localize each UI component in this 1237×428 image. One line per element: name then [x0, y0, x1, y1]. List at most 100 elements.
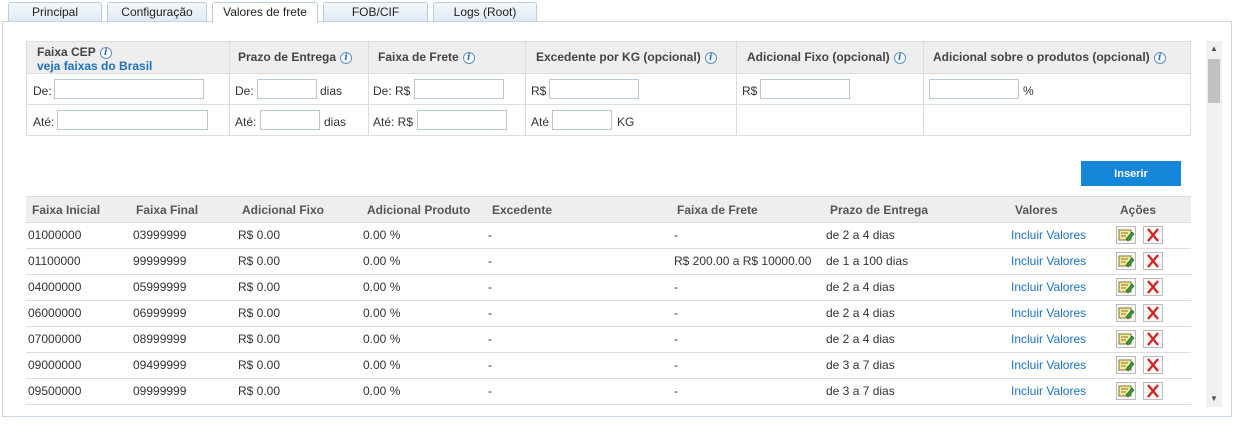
- th-adicional-produto: Adicional Produto: [367, 203, 471, 217]
- prazo-to-input[interactable]: [260, 110, 320, 130]
- info-icon[interactable]: i: [704, 52, 717, 64]
- frete-form: Faixa CEP i veja faixas do Brasil De: Até…: [26, 41, 1191, 136]
- th-faixa-inicial: Faixa Inicial: [32, 203, 101, 217]
- incluir-valores-link[interactable]: Incluir Valores: [1011, 379, 1086, 404]
- cell-fixo: R$ 0.00: [238, 228, 281, 242]
- table-row: 04000000 05999999 R$ 0.00 0.00 % - - de 2 a 4 …: [26, 275, 1191, 301]
- tab-principal[interactable]: Principal: [8, 2, 102, 22]
- table-row: 09500000 09999999 R$ 0.00 0.00 % - - de 3 a 7 …: [26, 379, 1191, 405]
- adicional-fixo-input[interactable]: [760, 79, 850, 99]
- cell-excedente: -: [488, 358, 492, 372]
- cell-frete: -: [674, 280, 678, 294]
- cell-fixo: R$ 0.00: [238, 254, 281, 268]
- delete-icon[interactable]: [1143, 304, 1163, 322]
- excedente-to-input[interactable]: [552, 110, 612, 130]
- scroll-up-arrow-icon[interactable]: ▲: [1206, 41, 1222, 57]
- cell-final: 03999999: [133, 228, 187, 242]
- table-header: Faixa Inicial Faixa Final Adicional Fixo…: [26, 196, 1191, 223]
- table-body: 01000000 03999999 R$ 0.00 0.00 % - - de 2 a 4 …: [26, 223, 1191, 405]
- excedente-to-label: Até: [531, 115, 550, 129]
- table-row: 06000000 06999999 R$ 0.00 0.00 % - - de 2 a 4 …: [26, 301, 1191, 327]
- th-adicional-fixo: Adicional Fixo: [242, 203, 325, 217]
- th-faixa-de-frete: Faixa de Frete: [677, 203, 758, 217]
- veja-faixas-link[interactable]: veja faixas do Brasil: [37, 59, 152, 73]
- edit-icon[interactable]: [1116, 356, 1136, 374]
- frete-table: Faixa Inicial Faixa Final Adicional Fixo…: [26, 196, 1191, 405]
- incluir-valores-link[interactable]: Incluir Valores: [1011, 275, 1086, 300]
- cell-prazo: de 2 a 4 dias: [826, 332, 895, 346]
- frete-from-label: De: R$: [373, 84, 411, 98]
- prazo-to-unit: dias: [324, 115, 347, 129]
- edit-icon[interactable]: [1116, 330, 1136, 348]
- cell-fixo: R$ 0.00: [238, 280, 281, 294]
- cell-excedente: -: [488, 332, 492, 346]
- table-row: 01000000 03999999 R$ 0.00 0.00 % - - de 2 a 4 …: [26, 223, 1191, 249]
- delete-icon[interactable]: [1143, 330, 1163, 348]
- cell-final: 08999999: [133, 332, 187, 346]
- cell-frete: -: [674, 306, 678, 320]
- delete-icon[interactable]: [1143, 382, 1163, 400]
- info-icon[interactable]: i: [462, 52, 475, 64]
- th-excedente: Excedente: [492, 203, 553, 217]
- insert-button[interactable]: Inserir: [1081, 161, 1181, 186]
- info-icon[interactable]: i: [893, 52, 906, 64]
- cell-prazo: de 2 a 4 dias: [826, 280, 895, 294]
- info-icon[interactable]: i: [1153, 52, 1166, 64]
- cell-prazo: de 2 a 4 dias: [826, 306, 895, 320]
- cell-inicial: 09000000: [28, 358, 82, 372]
- tab-configuracao[interactable]: Configuração: [107, 2, 207, 22]
- adicional-produtos-input[interactable]: [929, 79, 1019, 99]
- th-acoes: Ações: [1120, 203, 1157, 217]
- cell-fixo: R$ 0.00: [238, 358, 281, 372]
- cell-excedente: -: [488, 384, 492, 398]
- col-prazo: Prazo de Entrega i De: dias Até: dias: [229, 42, 368, 135]
- adicional-fixo-label: R$: [742, 84, 758, 98]
- prazo-from-input[interactable]: [257, 79, 317, 99]
- cell-inicial: 09500000: [28, 384, 82, 398]
- frete-to-input[interactable]: [417, 110, 507, 130]
- excedente-from-input[interactable]: [549, 79, 639, 99]
- cep-from-input[interactable]: [54, 79, 204, 99]
- incluir-valores-link[interactable]: Incluir Valores: [1011, 301, 1086, 326]
- scroll-down-arrow-icon[interactable]: ▼: [1206, 391, 1222, 407]
- cep-to-input[interactable]: [57, 110, 208, 130]
- prazo-from-label: De:: [235, 84, 254, 98]
- tab-bar: Principal Configuração Valores de frete …: [8, 2, 542, 23]
- frete-from-input[interactable]: [414, 79, 504, 99]
- prazo-title: Prazo de Entrega i: [238, 50, 353, 64]
- faixa-cep-title: Faixa CEP i: [37, 45, 112, 59]
- edit-icon[interactable]: [1116, 252, 1136, 270]
- cell-frete: -: [674, 228, 678, 242]
- incluir-valores-link[interactable]: Incluir Valores: [1011, 249, 1086, 274]
- delete-icon[interactable]: [1143, 356, 1163, 374]
- cell-produto: 0.00 %: [363, 306, 401, 320]
- tab-logs-root[interactable]: Logs (Root): [433, 2, 537, 22]
- cell-frete: -: [674, 358, 678, 372]
- edit-icon[interactable]: [1116, 382, 1136, 400]
- cell-produto: 0.00 %: [363, 332, 401, 346]
- edit-icon[interactable]: [1116, 304, 1136, 322]
- tab-fob-cif[interactable]: FOB/CIF: [323, 2, 428, 22]
- cep-from-label: De:: [33, 84, 52, 98]
- cell-prazo: de 3 a 7 dias: [826, 384, 895, 398]
- delete-icon[interactable]: [1143, 252, 1163, 270]
- info-icon[interactable]: i: [340, 52, 353, 64]
- incluir-valores-link[interactable]: Incluir Valores: [1011, 223, 1086, 248]
- edit-icon[interactable]: [1116, 278, 1136, 296]
- edit-icon[interactable]: [1116, 226, 1136, 244]
- delete-icon[interactable]: [1143, 278, 1163, 296]
- scroll-thumb[interactable]: [1208, 59, 1220, 103]
- delete-icon[interactable]: [1143, 226, 1163, 244]
- cell-excedente: -: [488, 306, 492, 320]
- info-icon[interactable]: i: [99, 47, 112, 59]
- cep-to-label: Até:: [33, 115, 55, 129]
- tab-valores-de-frete[interactable]: Valores de frete: [212, 2, 318, 23]
- vertical-scrollbar[interactable]: ▲ ▼: [1206, 41, 1222, 407]
- cell-inicial: 04000000: [28, 280, 82, 294]
- cell-frete: -: [674, 384, 678, 398]
- cell-prazo: de 1 a 100 dias: [826, 254, 909, 268]
- incluir-valores-link[interactable]: Incluir Valores: [1011, 353, 1086, 378]
- th-prazo-de-entrega: Prazo de Entrega: [830, 203, 929, 217]
- incluir-valores-link[interactable]: Incluir Valores: [1011, 327, 1086, 352]
- th-faixa-final: Faixa Final: [136, 203, 199, 217]
